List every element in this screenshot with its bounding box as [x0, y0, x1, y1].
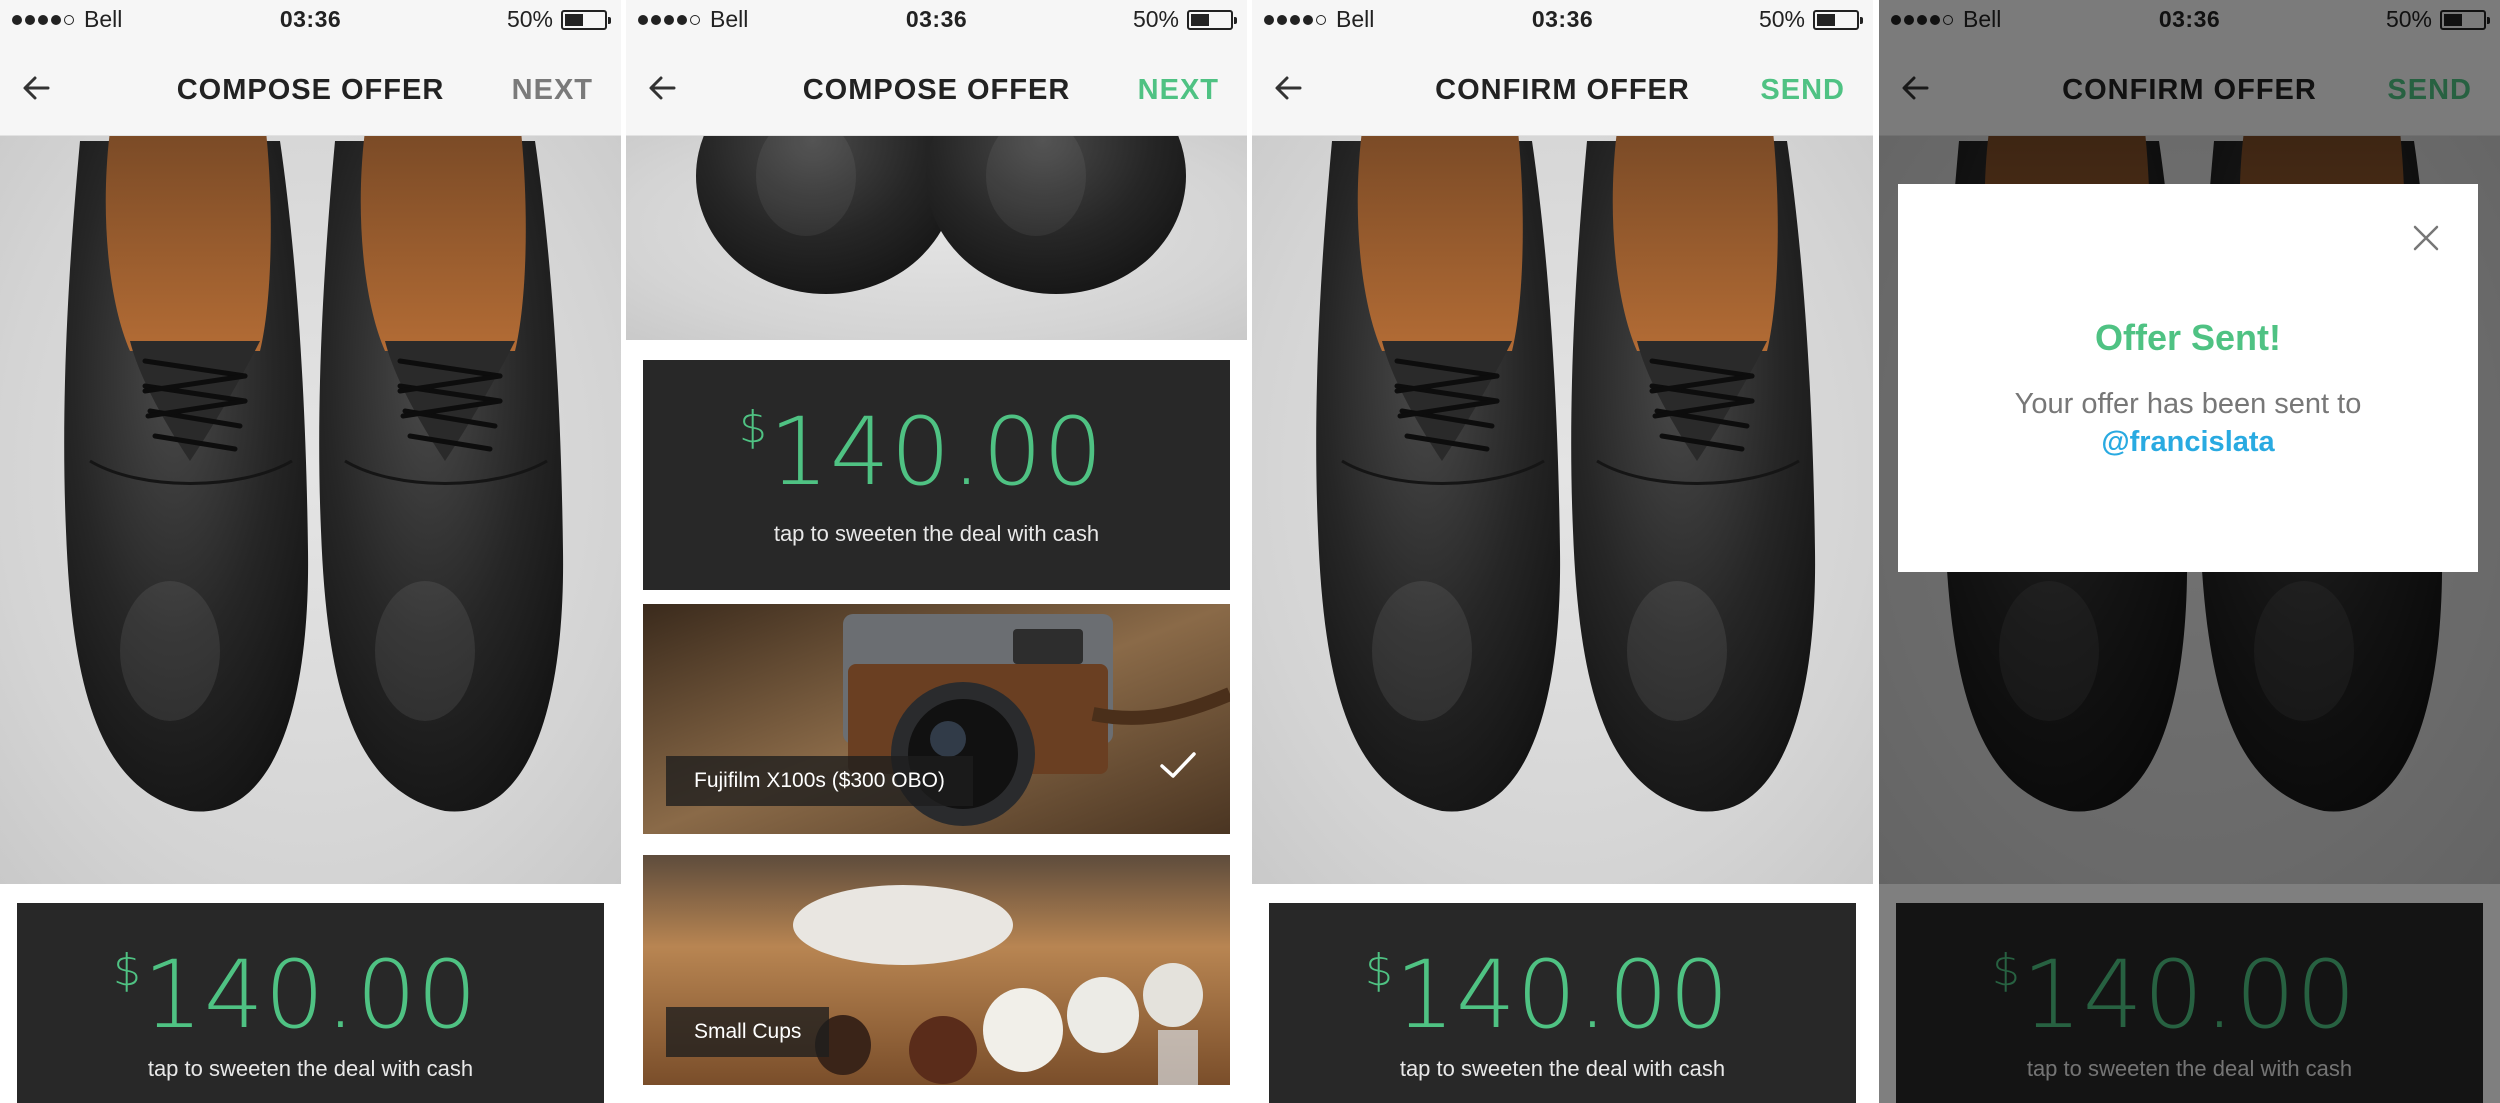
item-photo: [626, 136, 1247, 340]
next-button[interactable]: NEXT: [512, 74, 593, 107]
checkmark-icon: [1160, 752, 1196, 778]
amount-value: 140.00: [1395, 941, 1730, 1050]
item-photo: [0, 136, 621, 884]
battery: 50%: [1132, 6, 1237, 33]
nav-bar: COMPOSE OFFER NEXT: [626, 40, 1247, 136]
offer-sent-dialog: Offer Sent! Your offer has been sent to …: [1898, 184, 2478, 572]
compose-offer-screen: Bell 03:36 50% COMPOSE OFFER NEXT $140.0…: [0, 0, 621, 1103]
battery: 50%: [506, 6, 611, 33]
status-bar: Bell 03:36 50%: [0, 0, 621, 40]
close-icon[interactable]: [2412, 224, 2440, 252]
amount-value: 140.00: [143, 941, 478, 1050]
shoes-image: [696, 136, 1186, 294]
currency-symbol: $: [739, 402, 769, 453]
cash-offer-card[interactable]: $140.00 tap to sweeten the deal with cas…: [643, 360, 1230, 590]
trade-item-card[interactable]: Fujifilm X100s ($300 OBO): [643, 604, 1230, 834]
send-button[interactable]: SEND: [1760, 74, 1845, 107]
offer-amount: $140.00: [739, 398, 1104, 507]
shoes-image: [1252, 136, 1873, 884]
battery-percent: 50%: [506, 6, 553, 32]
battery: 50%: [1758, 6, 1863, 33]
sweeten-hint: tap to sweeten the deal with cash: [147, 1056, 474, 1081]
sweeten-hint: tap to sweeten the deal with cash: [1399, 1056, 1726, 1081]
confirm-offer-screen: Bell 03:36 50% CONFIRM OFFER SEND $140.0…: [1252, 0, 1873, 1103]
offer-amount: $140.00: [1365, 941, 1730, 1050]
cash-offer-card[interactable]: $140.00 tap to sweeten the deal with cas…: [1269, 903, 1856, 1103]
trade-item-card[interactable]: Small Cups: [643, 855, 1230, 1085]
currency-symbol: $: [1365, 945, 1395, 996]
battery-percent: 50%: [1132, 6, 1179, 32]
battery-percent: 50%: [1758, 6, 1805, 32]
next-button[interactable]: NEXT: [1138, 74, 1219, 107]
dialog-title: Offer Sent!: [2094, 317, 2281, 358]
amount-value: 140.00: [769, 398, 1104, 507]
battery-icon: [1813, 9, 1863, 30]
offer-sent-screen: Bell 03:36 50% CONFIRM OFFER SEND $140.0…: [1879, 0, 2500, 1103]
compose-offer-scrolled-screen: Bell 03:36 50% COMPOSE OFFER NEXT $140.0…: [626, 0, 1247, 1103]
status-bar: Bell 03:36 50%: [626, 0, 1247, 40]
nav-bar: CONFIRM OFFER SEND: [1252, 40, 1873, 136]
item-label: Fujifilm X100s ($300 OBO): [666, 756, 973, 806]
item-label: Small Cups: [666, 1007, 830, 1057]
cash-offer-card[interactable]: $140.00 tap to sweeten the deal with cas…: [17, 903, 604, 1103]
battery-icon: [1187, 9, 1237, 30]
status-bar: Bell 03:36 50%: [1252, 0, 1873, 40]
dialog-message: Your offer has been sent to: [2014, 388, 2362, 420]
recipient-handle-link[interactable]: @francislata: [1898, 426, 2478, 459]
battery-icon: [561, 9, 611, 30]
sweeten-hint: tap to sweeten the deal with cash: [773, 521, 1100, 546]
item-photo: [1252, 136, 1873, 884]
currency-symbol: $: [113, 945, 143, 996]
offer-amount: $140.00: [113, 941, 478, 1050]
shoes-image: [0, 136, 621, 884]
nav-bar: COMPOSE OFFER NEXT: [0, 40, 621, 136]
